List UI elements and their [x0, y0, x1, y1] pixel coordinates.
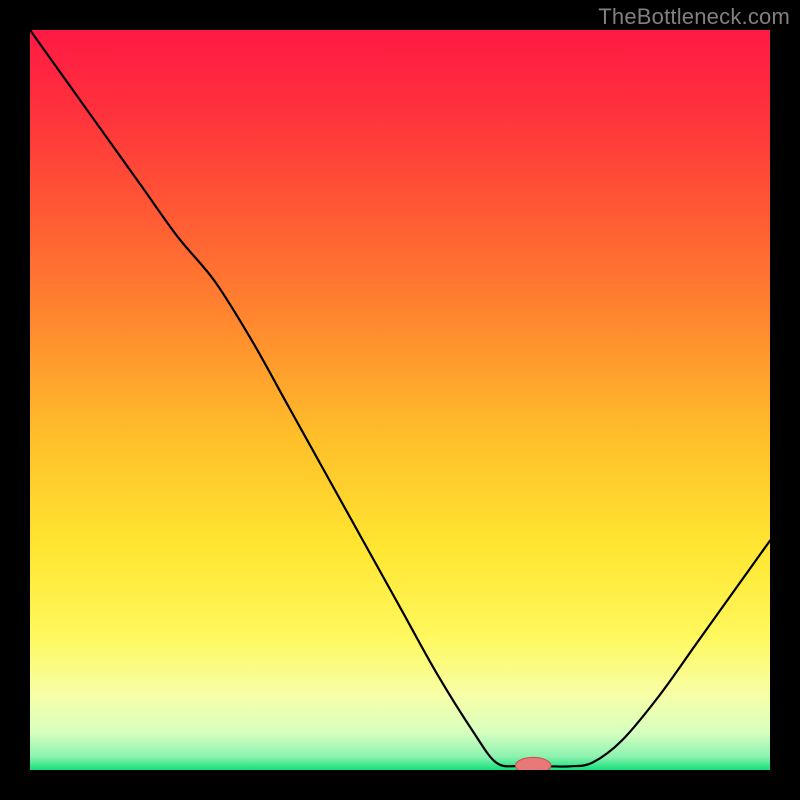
optimal-marker	[515, 757, 551, 770]
chart-svg	[30, 30, 770, 770]
chart-frame: TheBottleneck.com	[0, 0, 800, 800]
heatmap-background	[30, 30, 770, 770]
watermark-text: TheBottleneck.com	[598, 4, 790, 30]
plot-area	[30, 30, 770, 770]
